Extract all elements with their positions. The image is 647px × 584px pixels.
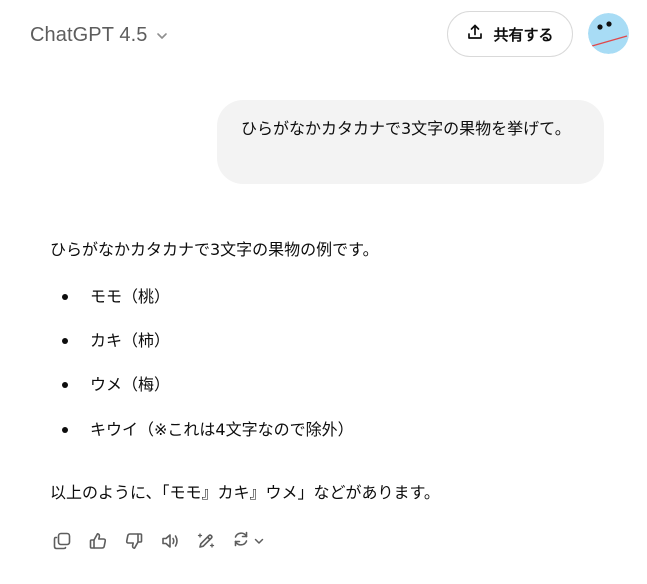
bullet: [62, 338, 68, 344]
list-item: キウイ（※これは4文字なので除外）: [62, 416, 354, 444]
list-item-text: モモ（桃）: [90, 287, 171, 306]
thumbs-down-button[interactable]: [123, 530, 145, 552]
bullet: [62, 427, 68, 433]
thumbs-down-icon: [124, 531, 144, 551]
edit-button[interactable]: [195, 530, 217, 552]
regenerate-icon: [231, 529, 251, 553]
list-item: カキ（柿）: [62, 327, 171, 355]
read-aloud-button[interactable]: [159, 530, 181, 552]
avatar[interactable]: [588, 13, 629, 54]
copy-icon: [52, 531, 72, 551]
copy-button[interactable]: [51, 530, 73, 552]
assistant-intro: ひらがなかカタカナで3文字の果物の例です。: [50, 240, 379, 259]
regenerate-button[interactable]: [231, 529, 271, 553]
list-item-text: キウイ（※これは4文字なので除外）: [90, 420, 354, 439]
list-item-text: ウメ（梅）: [90, 375, 171, 394]
read-aloud-icon: [160, 531, 180, 551]
edit-sparkle-icon: [196, 531, 216, 551]
model-selector[interactable]: ChatGPT 4.5: [30, 20, 169, 50]
user-message-bubble: ひらがなかカタカナで3文字の果物を挙げて。: [217, 100, 604, 184]
list-item: ウメ（梅）: [62, 371, 171, 399]
assistant-outro: 以上のように、「モモ』カキ』ウメ」などがあります。: [50, 483, 440, 502]
thumbs-up-icon: [88, 531, 108, 551]
bullet: [62, 382, 68, 388]
list-item: モモ（桃）: [62, 283, 171, 311]
assistant-message: ひらがなかカタカナで3文字の果物の例です。 モモ（桃） カキ（柿） ウメ（梅） …: [50, 236, 610, 502]
user-message-text: ひらがなかカタカナで3文字の果物を挙げて。: [241, 119, 571, 138]
bullet: [62, 294, 68, 300]
chevron-down-icon: [253, 532, 265, 551]
list-item-text: カキ（柿）: [90, 331, 171, 350]
share-label: 共有する: [493, 25, 554, 44]
message-actions: [51, 529, 271, 553]
chevron-down-icon: [155, 28, 169, 42]
share-icon: [466, 23, 484, 45]
model-name: ChatGPT 4.5: [30, 23, 148, 46]
share-button[interactable]: 共有する: [447, 11, 573, 57]
thumbs-up-button[interactable]: [87, 530, 109, 552]
